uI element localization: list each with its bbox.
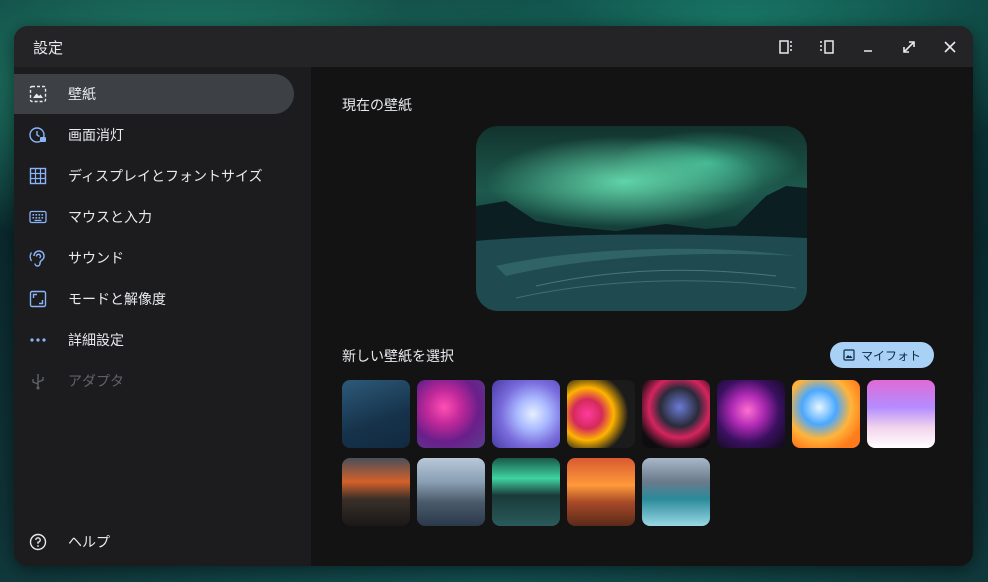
snap-right-button[interactable] [813,34,839,60]
sidebar-item-mode-resolution[interactable]: モードと解像度 [14,279,294,319]
wallpaper-thumbnail[interactable] [642,458,710,526]
sidebar-item-label: 画面消灯 [68,128,124,144]
wallpaper-thumbnail[interactable] [867,380,935,448]
maximize-button[interactable] [896,34,922,60]
screen-saver-icon [28,125,48,145]
sidebar-item-advanced[interactable]: 詳細設定 [14,320,294,360]
sidebar-item-label: 壁紙 [68,87,96,103]
title-bar: 設定 [14,26,973,67]
wallpaper-thumbnail[interactable] [567,458,635,526]
keyboard-icon [28,207,48,227]
snap-left-icon [779,40,792,54]
sidebar-item-help[interactable]: ヘルプ [14,522,294,562]
wallpaper-thumbnail[interactable] [492,458,560,526]
wallpaper-thumbnail[interactable] [642,380,710,448]
sidebar-item-screen-saver[interactable]: 画面消灯 [14,115,294,155]
help-icon [28,532,48,552]
current-wallpaper-preview [476,126,807,311]
sidebar-item-label: アダプタ [68,374,124,390]
more-icon [28,330,48,350]
sidebar-item-label: モードと解像度 [68,292,166,308]
minimize-button[interactable] [855,34,881,60]
sidebar-item-label: 詳細設定 [68,333,124,349]
sidebar: 壁紙 画面消灯 ディスプレイとフォントサイズ マウスと入力 サウンド モードと解… [14,67,311,566]
wallpaper-thumbnail[interactable] [417,380,485,448]
minimize-icon [864,50,872,52]
sidebar-item-mouse-input[interactable]: マウスと入力 [14,197,294,237]
wallpaper-thumbnail[interactable] [342,380,410,448]
wallpaper-thumbnail[interactable] [342,458,410,526]
wallpaper-thumbnail[interactable] [792,380,860,448]
my-photo-label: マイフォト [860,348,921,363]
window-title: 設定 [33,39,64,57]
wallpaper-thumbnail[interactable] [717,380,785,448]
sidebar-item-label: ディスプレイとフォントサイズ [68,169,263,185]
wallpaper-thumbnail[interactable] [492,380,560,448]
sidebar-item-adapter: アダプタ [14,361,294,401]
sidebar-item-display[interactable]: ディスプレイとフォントサイズ [14,156,294,196]
settings-window: 設定 壁紙 画面消灯 ディスプレイとフォントサイズ マウスと入力 サウンド モー… [14,26,973,566]
my-photo-button[interactable]: マイフォト [830,342,934,368]
close-button[interactable] [937,34,963,60]
usb-icon [28,371,48,391]
sidebar-item-sound[interactable]: サウンド [14,238,294,278]
hearing-icon [28,248,48,268]
snap-left-button[interactable] [774,34,800,60]
sidebar-item-wallpaper[interactable]: 壁紙 [14,74,294,114]
sidebar-item-label: ヘルプ [68,535,110,551]
current-wallpaper-title: 現在の壁紙 [342,98,412,114]
close-icon [944,41,956,53]
main-content: 現在の壁紙 新しい壁紙を選択 マイフォト [311,67,973,566]
sidebar-item-label: マウスと入力 [68,210,152,226]
maximize-icon [903,41,915,53]
wallpaper-icon [28,84,48,104]
choose-wallpaper-title: 新しい壁紙を選択 [342,349,454,365]
image-icon [843,349,855,361]
resolution-icon [28,289,48,309]
wallpaper-thumbnail[interactable] [417,458,485,526]
snap-right-icon [820,40,834,54]
display-grid-icon [28,166,48,186]
wallpaper-thumbnail[interactable] [567,380,635,448]
sidebar-item-label: サウンド [68,251,124,267]
